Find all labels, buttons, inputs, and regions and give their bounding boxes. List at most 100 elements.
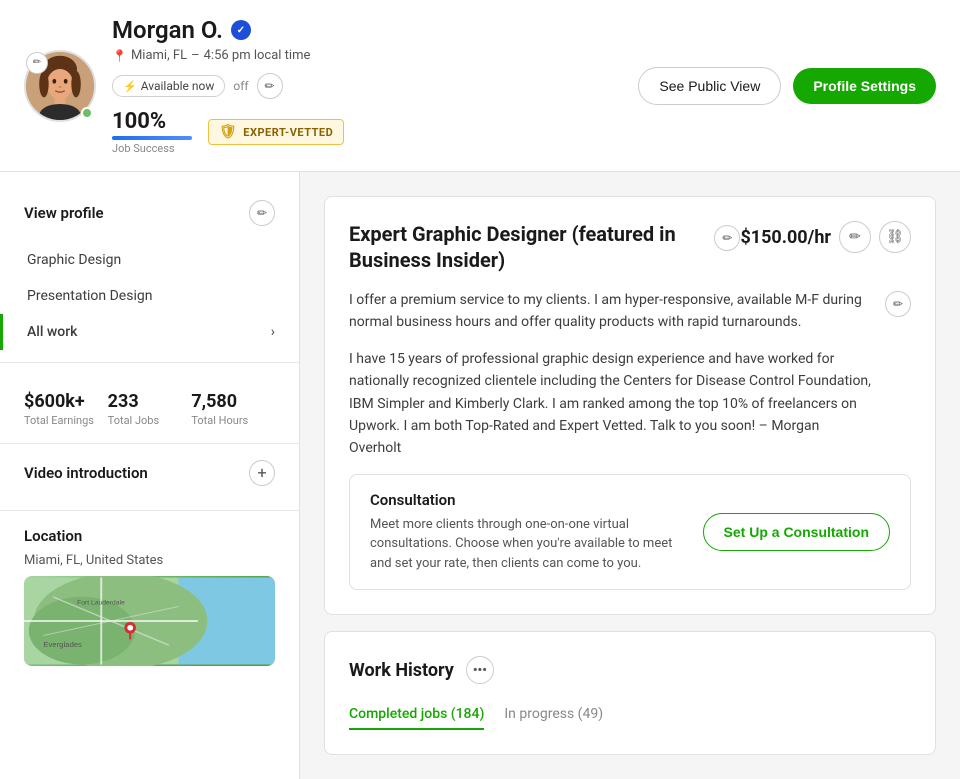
rate-edit-button[interactable]: ✏ [839,221,871,253]
work-history-header: Work History ••• [349,656,911,684]
view-profile-edit-button[interactable]: ✏ [249,200,275,226]
location-label: Location [24,527,82,545]
more-dots-icon: ••• [473,663,487,678]
stat-total-hours: 7,580 Total Hours [191,391,275,427]
availability-label: Available now [141,79,215,93]
map-svg: Fort Lauderdale Everglades [24,576,275,666]
shield-icon: 🛡 [219,124,237,140]
location-row: 📍 Miami, FL – 4:56 pm local time [112,48,622,63]
location-pin-icon: 📍 [112,49,127,63]
profile-title-edit-button[interactable]: ✏ [714,225,740,251]
svg-text:Fort Lauderdale: Fort Lauderdale [77,600,125,607]
tab-completed-jobs[interactable]: Completed jobs (184) [349,700,484,730]
pencil-icon: ✏ [722,231,732,245]
see-public-view-button[interactable]: See Public View [638,67,781,105]
sidebar-divider-1 [0,362,299,363]
profile-title: Expert Graphic Designer (featured in Bus… [349,221,704,273]
avatar-wrapper: ✏ [24,50,96,122]
pencil-icon: ✏ [849,229,861,245]
availability-row: ⚡ Available now off ✏ [112,73,622,99]
work-history-more-button[interactable]: ••• [466,656,494,684]
video-intro-label: Video introduction [24,464,148,482]
set-up-consultation-button[interactable]: Set Up a Consultation [703,513,890,551]
sidebar-item-presentation-design[interactable]: Presentation Design [0,278,299,314]
job-success-label: Job Success [112,142,192,155]
stat-value: $600k+ [24,391,108,412]
left-sidebar: View profile ✏ Graphic Design Presentati… [0,172,300,779]
view-profile-label: View profile [24,204,104,222]
progress-bar [112,136,192,140]
availability-edit-button[interactable]: ✏ [257,73,283,99]
expert-vetted-label: EXPERT-VETTED [243,126,333,139]
sidebar-item-label: All work [27,324,77,340]
consultation-desc: Meet more clients through one-on-one vir… [370,515,687,574]
view-profile-header: View profile ✏ [0,192,299,234]
pencil-icon: ✏ [257,206,267,220]
rate-block: $150.00/hr ✏ ⛓ [740,221,911,253]
stat-total-jobs: 233 Total Jobs [108,391,192,427]
location-section-row: Location [24,527,275,545]
main-content: View profile ✏ Graphic Design Presentati… [0,172,960,779]
bio-edit-button[interactable]: ✏ [885,291,911,317]
online-status-dot [81,107,93,119]
video-intro-row: Video introduction + [24,460,275,486]
job-success-block: 100% Job Success [112,109,192,155]
sidebar-item-label: Graphic Design [27,252,121,268]
rate-link-button[interactable]: ⛓ [879,221,911,253]
work-history-section: Work History ••• Completed jobs (184) In… [324,631,936,755]
pencil-icon: ✏ [33,57,41,68]
user-info: Morgan O. ✓ 📍 Miami, FL – 4:56 pm local … [112,16,622,155]
sidebar-stats: $600k+ Total Earnings 233 Total Jobs 7,5… [0,375,299,443]
bio-paragraph-1: I offer a premium service to my clients.… [349,289,873,334]
stats-row: 100% Job Success 🛡 EXPERT-VETTED [112,109,622,155]
user-localtime: 4:56 pm local time [204,48,311,63]
job-success-pct: 100% [112,109,192,134]
profile-settings-button[interactable]: Profile Settings [793,68,936,104]
profile-header-row: Expert Graphic Designer (featured in Bus… [349,221,911,273]
stat-value: 233 [108,391,192,412]
pencil-icon-small: ✏ [265,79,275,93]
chevron-right-icon: › [271,324,275,340]
right-content: Expert Graphic Designer (featured in Bus… [300,172,960,779]
progress-bar-fill [112,136,192,140]
user-name: Morgan O. [112,16,223,44]
stat-label: Total Earnings [24,414,108,427]
consultation-info: Consultation Meet more clients through o… [370,491,687,574]
video-intro-add-button[interactable]: + [249,460,275,486]
svg-text:Everglades: Everglades [43,640,82,649]
map-image: Fort Lauderdale Everglades [24,576,275,666]
toggle-label: off [233,79,248,93]
location-separator: – [191,48,200,63]
stat-label: Total Hours [191,414,275,427]
consultation-title: Consultation [370,491,687,509]
pencil-icon: ✏ [893,297,903,311]
bio-edit-row: I offer a premium service to my clients.… [349,289,911,474]
link-icon: ⛓ [886,229,904,245]
location-section: Location Miami, FL, United States [0,510,299,682]
header-actions: See Public View Profile Settings [638,67,936,105]
tab-in-progress[interactable]: In progress (49) [504,700,603,730]
consultation-box: Consultation Meet more clients through o… [349,474,911,591]
expert-vetted-badge: 🛡 EXPERT-VETTED [208,119,344,145]
user-name-row: Morgan O. ✓ [112,16,622,44]
sidebar-item-label: Presentation Design [27,288,152,304]
plus-icon: + [257,465,266,481]
work-history-title: Work History [349,660,454,681]
profile-title-section: Expert Graphic Designer (featured in Bus… [324,196,936,615]
availability-badge: ⚡ Available now [112,75,225,97]
page-wrapper: ✏ Morgan O. ✓ 📍 Miami, FL – 4:56 pm loca… [0,0,960,779]
bio-content: I offer a premium service to my clients.… [349,289,873,474]
top-header: ✏ Morgan O. ✓ 📍 Miami, FL – 4:56 pm loca… [0,0,960,172]
stat-total-earnings: $600k+ Total Earnings [24,391,108,427]
avatar-edit-button[interactable]: ✏ [26,52,48,74]
sidebar-item-all-work[interactable]: All work › [0,314,299,350]
location-text: Miami, FL, United States [24,553,275,568]
video-intro-section: Video introduction + [0,443,299,510]
user-location: Miami, FL [131,48,187,63]
sidebar-item-graphic-design[interactable]: Graphic Design [0,242,299,278]
verified-badge: ✓ [231,20,251,40]
stat-value: 7,580 [191,391,275,412]
bio-paragraph-2: I have 15 years of professional graphic … [349,348,873,460]
rate-text: $150.00/hr [740,227,831,248]
profile-title-block: Expert Graphic Designer (featured in Bus… [349,221,740,273]
